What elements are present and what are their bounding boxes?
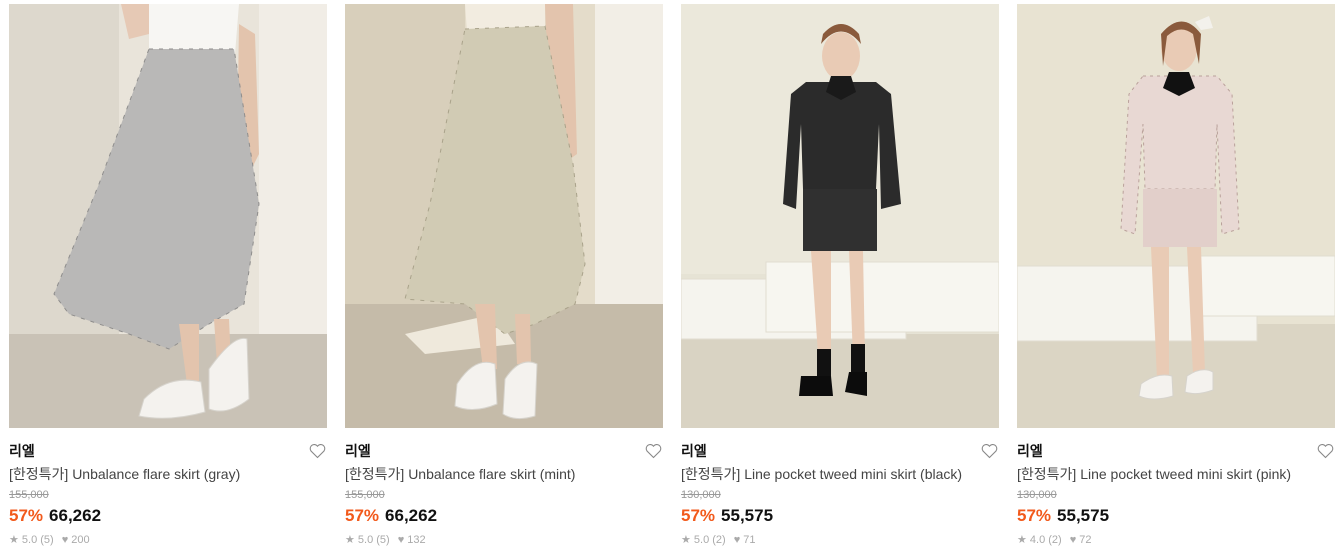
brand-name[interactable]: 리엘 bbox=[345, 443, 371, 459]
price-row: 57% 55,575 bbox=[681, 505, 999, 527]
rating: ★ 5.0 (5) bbox=[345, 534, 390, 546]
heart-icon[interactable] bbox=[645, 443, 662, 459]
product-meta: ★ 5.0 (5) ♥ 132 bbox=[345, 533, 663, 547]
product-card[interactable]: 리엘 [한정특가] Unbalance flare skirt (mint) 1… bbox=[345, 4, 663, 547]
sale-price: 66,262 bbox=[49, 506, 102, 525]
rating: ★ 5.0 (2) bbox=[681, 534, 726, 546]
rating: ★ 4.0 (2) bbox=[1017, 534, 1062, 546]
sale-price: 66,262 bbox=[385, 506, 438, 525]
heart-icon[interactable] bbox=[981, 443, 998, 459]
product-image[interactable] bbox=[681, 4, 999, 428]
discount-rate: 57% bbox=[681, 506, 716, 525]
product-card[interactable]: 리엘 [한정특가] Line pocket tweed mini skirt (… bbox=[1017, 4, 1335, 547]
brand-name[interactable]: 리엘 bbox=[1017, 443, 1043, 459]
product-image[interactable] bbox=[345, 4, 663, 428]
sale-price: 55,575 bbox=[1057, 506, 1110, 525]
price-row: 57% 66,262 bbox=[345, 505, 663, 527]
sale-price: 55,575 bbox=[721, 506, 774, 525]
heart-icon[interactable] bbox=[309, 443, 326, 459]
product-name[interactable]: [한정특가] Unbalance flare skirt (mint) bbox=[345, 464, 663, 484]
heart-icon[interactable] bbox=[1317, 443, 1334, 459]
product-name[interactable]: [한정특가] Line pocket tweed mini skirt (bla… bbox=[681, 464, 999, 484]
product-image[interactable] bbox=[1017, 4, 1335, 428]
product-grid: 리엘 [한정특가] Unbalance flare skirt (gray) 1… bbox=[0, 0, 1335, 547]
like-count: ♥ 72 bbox=[1069, 534, 1092, 546]
rating: ★ 5.0 (5) bbox=[9, 534, 54, 546]
product-meta: ★ 5.0 (5) ♥ 200 bbox=[9, 533, 327, 547]
brand-name[interactable]: 리엘 bbox=[9, 443, 35, 459]
product-meta: ★ 4.0 (2) ♥ 72 bbox=[1017, 533, 1335, 547]
product-card[interactable]: 리엘 [한정특가] Line pocket tweed mini skirt (… bbox=[681, 4, 999, 547]
product-image[interactable] bbox=[9, 4, 327, 428]
price-row: 57% 66,262 bbox=[9, 505, 327, 527]
brand-name[interactable]: 리엘 bbox=[681, 443, 707, 459]
product-name[interactable]: [한정특가] Unbalance flare skirt (gray) bbox=[9, 464, 327, 484]
product-meta: ★ 5.0 (2) ♥ 71 bbox=[681, 533, 999, 547]
original-price: 130,000 bbox=[681, 489, 721, 501]
discount-rate: 57% bbox=[1017, 506, 1052, 525]
like-count: ♥ 200 bbox=[61, 534, 90, 546]
discount-rate: 57% bbox=[9, 506, 44, 525]
original-price: 155,000 bbox=[9, 489, 49, 501]
like-count: ♥ 132 bbox=[397, 534, 426, 546]
like-count: ♥ 71 bbox=[733, 534, 756, 546]
product-name[interactable]: [한정특가] Line pocket tweed mini skirt (pin… bbox=[1017, 464, 1335, 484]
original-price: 155,000 bbox=[345, 489, 385, 501]
price-row: 57% 55,575 bbox=[1017, 505, 1335, 527]
discount-rate: 57% bbox=[345, 506, 380, 525]
product-card[interactable]: 리엘 [한정특가] Unbalance flare skirt (gray) 1… bbox=[9, 4, 327, 547]
original-price: 130,000 bbox=[1017, 489, 1057, 501]
